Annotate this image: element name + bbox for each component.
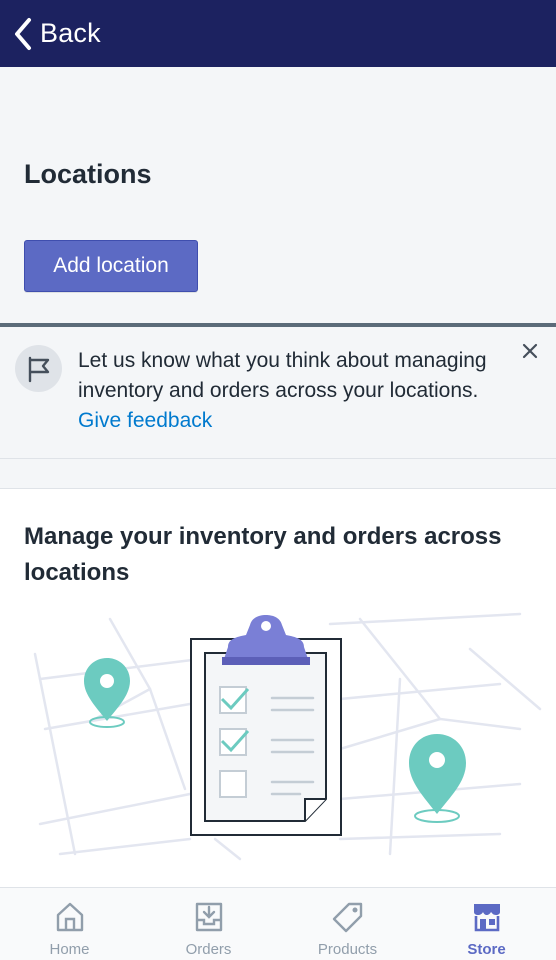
orders-icon	[195, 902, 222, 932]
tab-label: Orders	[185, 941, 232, 958]
card-title: Manage your inventory and orders across …	[24, 523, 502, 586]
tab-store[interactable]: Store	[417, 888, 556, 960]
tab-label: Products	[317, 941, 378, 958]
give-feedback-link[interactable]: Give feedback	[78, 409, 212, 432]
tab-home[interactable]: Home	[0, 888, 139, 960]
feedback-banner: Let us know what you think about managin…	[0, 327, 556, 459]
home-icon	[56, 902, 83, 932]
back-button[interactable]: Back	[12, 17, 101, 51]
banner-text: Let us know what you think about managin…	[78, 349, 487, 402]
tab-label: Home	[49, 941, 90, 958]
locations-illustration	[33, 612, 542, 861]
close-icon[interactable]	[516, 337, 544, 365]
map-pin-right	[409, 734, 466, 823]
top-navbar: Back	[0, 0, 556, 67]
bottom-tab-bar: Home Orders Products Store	[0, 887, 556, 960]
banner-message: Let us know what you think about managin…	[78, 346, 498, 436]
tab-label: Store	[467, 941, 506, 958]
manage-locations-card: Manage your inventory and orders across …	[0, 489, 556, 887]
locations-header: Locations Add location	[0, 67, 556, 323]
store-icon	[473, 904, 500, 932]
tab-orders[interactable]: Orders	[139, 888, 278, 960]
clipboard-graphic	[190, 615, 342, 836]
tab-products[interactable]: Products	[278, 888, 417, 960]
add-location-button[interactable]: Add location	[24, 240, 198, 292]
chevron-left-icon	[15, 17, 31, 50]
back-label: Back	[40, 18, 101, 48]
tag-icon	[332, 902, 362, 933]
page-title: Locations	[24, 159, 152, 189]
flag-icon	[15, 345, 62, 392]
section-gap	[0, 459, 556, 489]
